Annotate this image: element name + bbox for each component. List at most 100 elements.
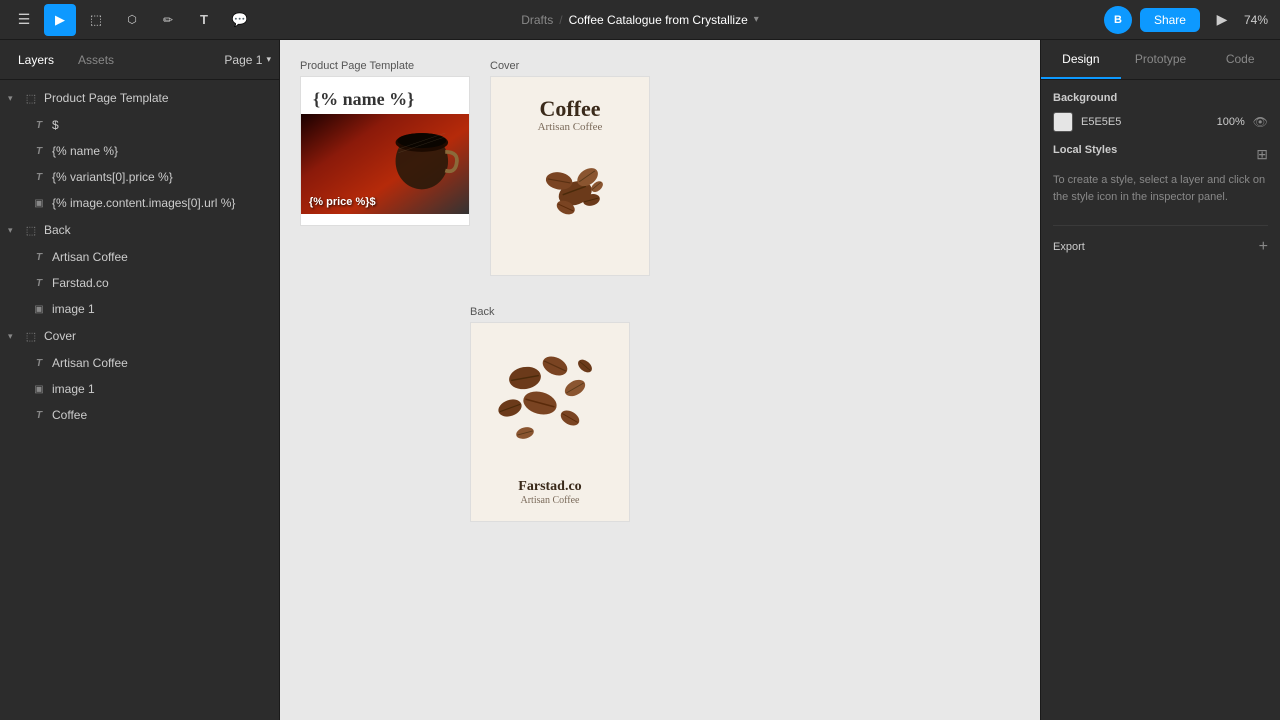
comment-tool-button[interactable]: 💬 <box>224 4 256 36</box>
layer-item-cover-artisan[interactable]: T Artisan Coffee <box>24 350 279 376</box>
product-page-frame-label: Product Page Template <box>300 60 470 72</box>
tab-design[interactable]: Design <box>1041 40 1121 79</box>
layer-item-dollar[interactable]: T $ <box>24 112 279 138</box>
cover-frame-col: Cover Coffee Artisan Coffee <box>490 60 650 276</box>
tab-layers[interactable]: Layers <box>8 49 64 71</box>
layer-item-name[interactable]: T {% name %} <box>24 138 279 164</box>
tab-code[interactable]: Code <box>1200 40 1280 79</box>
layer-item-image-url[interactable]: ▣ {% image.content.images[0].url %} <box>24 190 279 216</box>
text-icon: T <box>32 146 46 157</box>
text-icon: T <box>32 278 46 289</box>
cover-title: Coffee <box>539 97 600 121</box>
layer-item-price[interactable]: T {% variants[0].price %} <box>24 164 279 190</box>
project-dropdown-icon[interactable]: ▾ <box>754 14 759 25</box>
zoom-level[interactable]: 74% <box>1244 13 1268 27</box>
pen-icon: ✏ <box>163 13 173 27</box>
back-frame[interactable]: Farstad.co Artisan Coffee <box>470 322 630 522</box>
top-frames-row: Product Page Template {% name %} <box>300 60 1020 276</box>
export-add-button[interactable]: + <box>1259 238 1268 256</box>
background-section-title: Background <box>1053 92 1268 104</box>
tab-assets[interactable]: Assets <box>68 49 124 71</box>
breadcrumb-drafts[interactable]: Drafts <box>521 13 553 27</box>
menu-button[interactable]: ☰ <box>8 4 40 36</box>
cover-beans-svg <box>523 141 618 236</box>
export-label: Export <box>1053 241 1085 253</box>
layer-group-back-header[interactable]: ▾ ⬚ Back <box>0 216 279 244</box>
product-page-frame[interactable]: {% name %} <box>300 76 470 226</box>
back-company-name: Farstad.co <box>518 479 581 495</box>
background-color-value[interactable]: E5E5E5 <box>1081 116 1209 128</box>
product-page-children: T $ T {% name %} T {% variants[0].price … <box>0 112 279 216</box>
cover-frame[interactable]: Coffee Artisan Coffee <box>490 76 650 276</box>
share-button[interactable]: Share <box>1140 8 1200 32</box>
layer-group-cover-header[interactable]: ▾ ⬚ Cover <box>0 322 279 350</box>
right-panel-tabs: Design Prototype Code <box>1041 40 1280 80</box>
layer-item-cover-coffee[interactable]: T Coffee <box>24 402 279 428</box>
breadcrumb-separator: / <box>559 13 562 27</box>
user-avatar[interactable]: B <box>1104 6 1132 34</box>
back-frame-col: Back <box>470 306 1020 522</box>
add-style-icon[interactable]: ⊞ <box>1256 146 1268 163</box>
local-styles-section: Local Styles ⊞ To create a style, select… <box>1053 144 1268 205</box>
page-selector-arrow: ▾ <box>266 54 271 65</box>
back-company-text: Farstad.co Artisan Coffee <box>518 479 581 506</box>
cover-children: T Artisan Coffee ▣ image 1 T Coffee <box>0 350 279 428</box>
main-layout: Layers Assets Page 1 ▾ ▾ ⬚ Product Page … <box>0 40 1280 720</box>
project-title[interactable]: Coffee Catalogue from Crystallize <box>569 13 748 27</box>
image-icon: ▣ <box>32 384 46 395</box>
layer-label-back: Back <box>44 223 71 237</box>
text-tool-button[interactable]: T <box>188 4 220 36</box>
expand-arrow: ▾ <box>8 93 18 104</box>
menu-icon: ☰ <box>18 11 31 28</box>
canvas[interactable]: Product Page Template {% name %} <box>280 40 1040 720</box>
tab-prototype[interactable]: Prototype <box>1121 40 1201 79</box>
toolbar-center: Drafts / Coffee Catalogue from Crystalli… <box>521 13 759 27</box>
frame-icon: ⬚ <box>90 12 102 28</box>
layer-item-artisan-coffee[interactable]: T Artisan Coffee <box>24 244 279 270</box>
frame-icon: ⬚ <box>24 92 38 105</box>
layer-label-cover: Cover <box>44 329 76 343</box>
pen-tool-button[interactable]: ✏ <box>152 4 184 36</box>
frame-tool-button[interactable]: ⬚ <box>80 4 112 36</box>
text-icon: T <box>32 252 46 263</box>
play-button[interactable]: ▶ <box>1208 6 1236 34</box>
shapes-tool-button[interactable]: ⬡ <box>116 4 148 36</box>
page-selector[interactable]: Page 1 ▾ <box>224 53 271 67</box>
template-name-display: {% name %} <box>301 77 469 114</box>
back-beans-svg <box>485 338 615 453</box>
export-row: Export + <box>1053 238 1268 256</box>
local-styles-hint: To create a style, select a layer and cl… <box>1053 172 1268 205</box>
text-icon: T <box>32 358 46 369</box>
image-icon: ▣ <box>32 304 46 315</box>
expand-arrow: ▾ <box>8 331 18 342</box>
frame-icon: ⬚ <box>24 224 38 237</box>
background-opacity[interactable]: 100% <box>1217 116 1245 128</box>
text-icon: T <box>32 410 46 421</box>
layer-item-farstad[interactable]: T Farstad.co <box>24 270 279 296</box>
right-panel: Design Prototype Code Background E5E5E5 … <box>1040 40 1280 720</box>
back-frame-row: Back <box>470 306 1020 522</box>
template-image-area: {% price %}$ <box>301 114 469 214</box>
visibility-icon[interactable]: 👁 <box>1253 115 1268 129</box>
local-styles-header: Local Styles ⊞ <box>1053 144 1268 164</box>
left-panel: Layers Assets Page 1 ▾ ▾ ⬚ Product Page … <box>0 40 280 720</box>
cover-subtitle: Artisan Coffee <box>538 121 603 133</box>
toolbar-left: ☰ ▶ ⬚ ⬡ ✏ T 💬 <box>0 4 280 36</box>
back-company-sub: Artisan Coffee <box>518 495 581 506</box>
select-tool-button[interactable]: ▶ <box>44 4 76 36</box>
layer-label-product-page: Product Page Template <box>44 91 169 105</box>
shapes-icon: ⬡ <box>127 13 137 26</box>
text-icon: T <box>200 12 208 27</box>
cover-frame-label: Cover <box>490 60 650 72</box>
layer-item-cover-image[interactable]: ▣ image 1 <box>24 376 279 402</box>
frame-icon: ⬚ <box>24 330 38 343</box>
local-styles-title: Local Styles <box>1053 144 1117 156</box>
background-color-swatch[interactable] <box>1053 112 1073 132</box>
right-panel-content: Background E5E5E5 100% 👁 Local Styles ⊞ … <box>1041 80 1280 720</box>
export-section: Export + <box>1053 225 1268 256</box>
layer-group-product-page-header[interactable]: ▾ ⬚ Product Page Template <box>0 84 279 112</box>
back-children: T Artisan Coffee T Farstad.co ▣ image 1 <box>0 244 279 322</box>
layer-item-image1[interactable]: ▣ image 1 <box>24 296 279 322</box>
coffee-cup-svg <box>389 119 464 194</box>
background-row: E5E5E5 100% 👁 <box>1053 112 1268 132</box>
